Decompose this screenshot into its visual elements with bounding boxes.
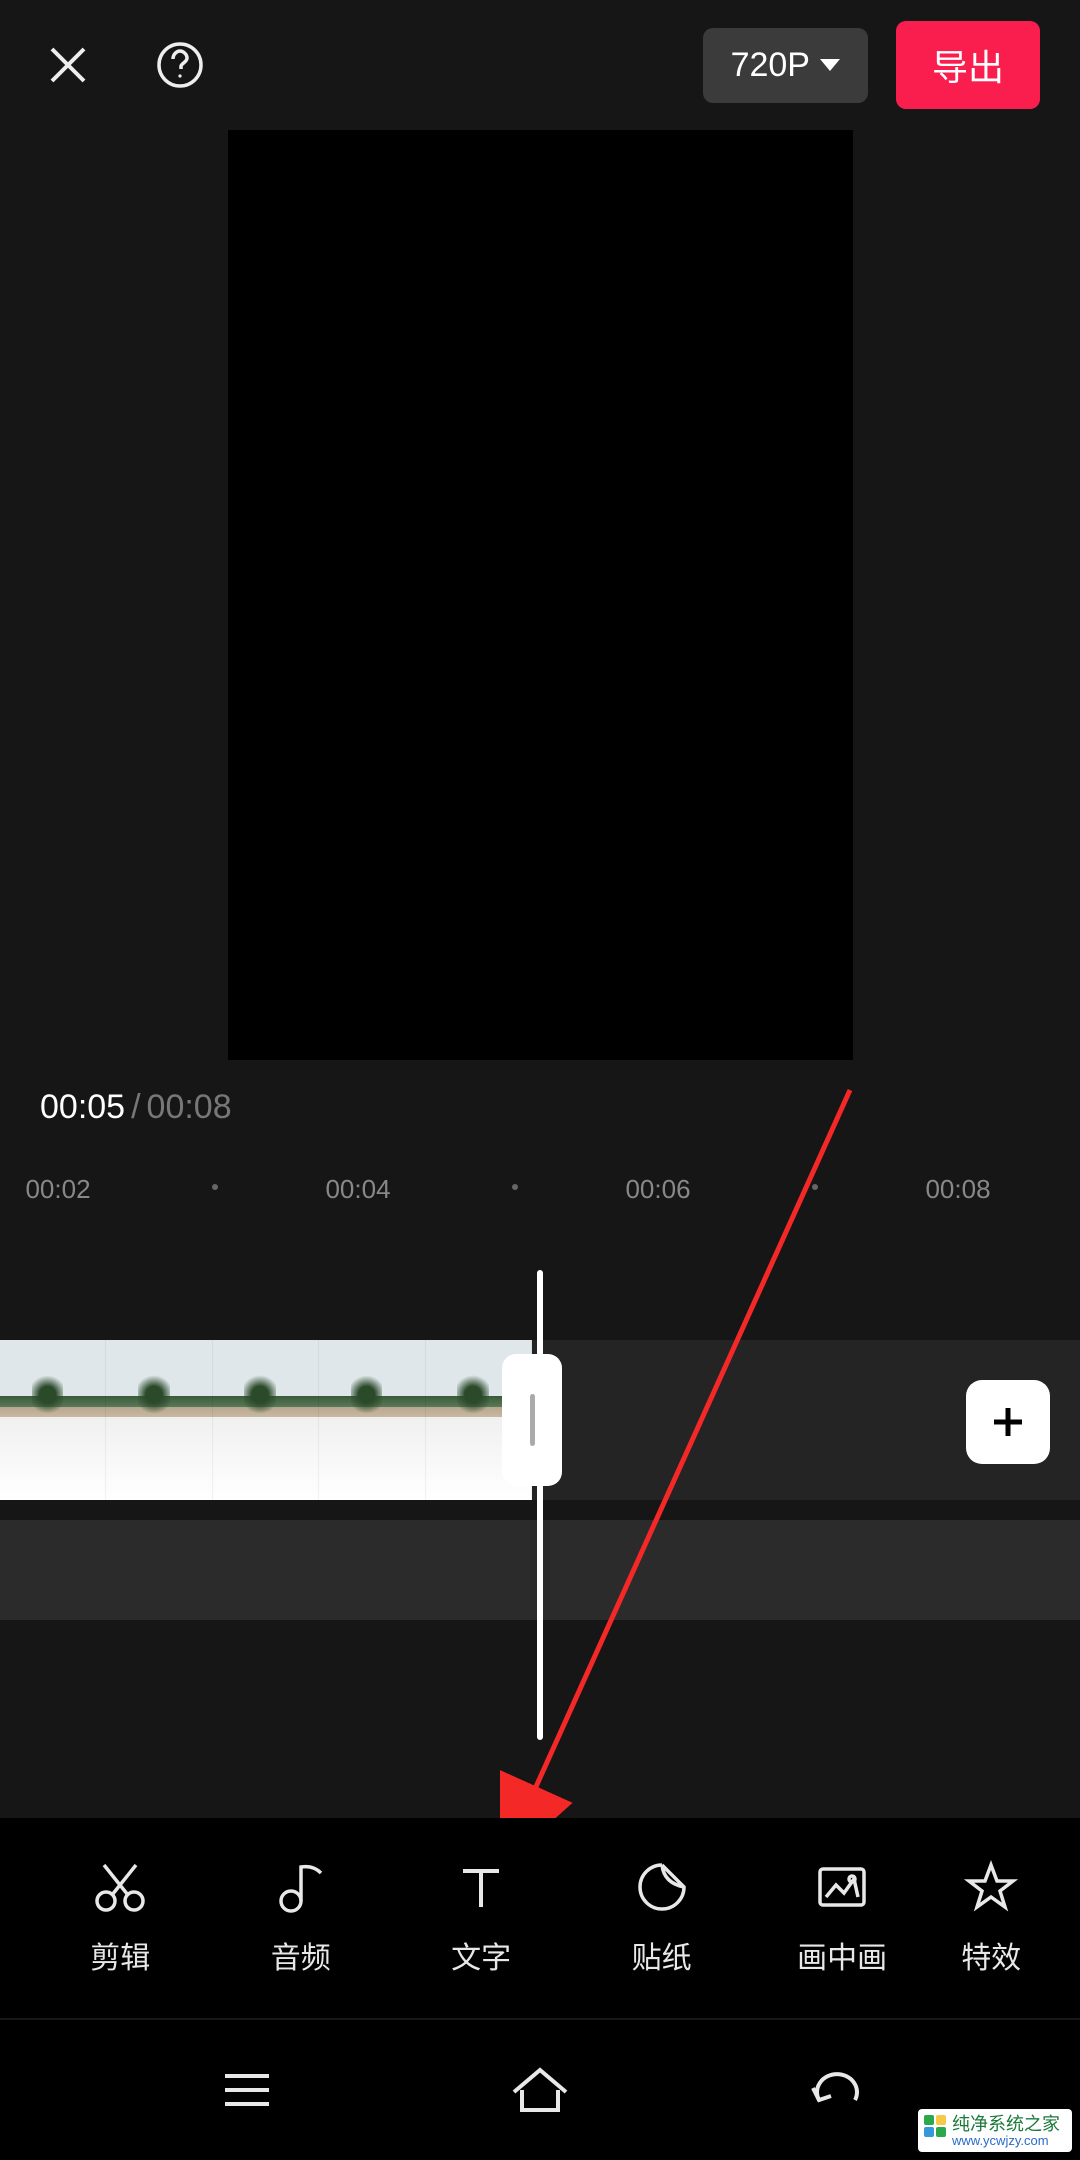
close-button[interactable] [40,37,96,93]
export-button[interactable]: 导出 [896,21,1040,109]
watermark-url: www.ycwjzy.com [952,2134,1060,2148]
ruler-tick: 00:08 [925,1174,990,1205]
bottom-toolbar: 剪辑 音频 文字 贴纸 画中画 特效 [0,1818,1080,2018]
tool-label: 文字 [451,1933,511,1977]
add-clip-button[interactable] [966,1380,1050,1464]
star-icon [963,1859,1019,1915]
tool-label: 贴纸 [632,1933,692,1977]
ruler-tick: 00:02 [25,1174,90,1205]
watermark-logo-icon [924,2115,946,2137]
help-button[interactable] [152,37,208,93]
timeline[interactable] [0,1220,1080,1760]
time-separator: / [131,1088,140,1127]
ruler-tick: 00:06 [625,1174,690,1205]
tool-label: 特效 [961,1933,1021,1977]
ruler-dot [812,1184,818,1190]
sticker-icon [634,1859,690,1915]
video-preview[interactable] [228,130,853,1060]
music-note-icon [273,1859,329,1915]
play-button[interactable] [480,1081,540,1133]
clip-trim-handle[interactable] [502,1354,562,1486]
ruler-dot [212,1184,218,1190]
timeline-ruler[interactable]: 00:02 00:04 00:06 00:08 [0,1160,1080,1220]
tool-edit[interactable]: 剪辑 [30,1859,210,1977]
clip-thumbnail [0,1340,106,1500]
top-bar: 720P 导出 [0,0,1080,130]
clip-thumbnail [319,1340,425,1500]
tool-pip[interactable]: 画中画 [752,1859,932,1977]
chevron-down-icon [820,59,840,71]
watermark: 纯净系统之家 www.ycwjzy.com [918,2109,1072,2152]
text-icon [453,1859,509,1915]
video-clip[interactable] [0,1340,532,1500]
playback-controls-row: 00:05 / 00:08 [0,1060,1080,1160]
resolution-dropdown[interactable]: 720P [703,28,868,103]
fullscreen-button[interactable] [980,1085,1040,1129]
clip-thumbnail [213,1340,319,1500]
nav-back-button[interactable] [793,2060,873,2120]
nav-home-button[interactable] [500,2060,580,2120]
tool-sticker[interactable]: 贴纸 [571,1859,751,1977]
tool-label: 音频 [271,1933,331,1977]
picture-in-picture-icon [814,1859,870,1915]
tool-effect[interactable]: 特效 [932,1859,1050,1977]
clip-thumbnail [106,1340,212,1500]
redo-button [852,1083,912,1131]
resolution-label: 720P [731,46,810,85]
watermark-title: 纯净系统之家 [952,2115,1060,2134]
total-time: 00:08 [147,1088,232,1127]
current-time: 00:05 [40,1088,125,1127]
scissors-icon [92,1859,148,1915]
ruler-tick: 00:04 [325,1174,390,1205]
tool-text[interactable]: 文字 [391,1859,571,1977]
playhead[interactable] [537,1270,543,1740]
nav-menu-button[interactable] [207,2060,287,2120]
undo-button[interactable] [724,1083,784,1131]
preview-area [0,130,1080,1060]
ruler-dot [512,1184,518,1190]
tool-audio[interactable]: 音频 [210,1859,390,1977]
tool-label: 画中画 [797,1933,887,1977]
tool-label: 剪辑 [90,1933,150,1977]
